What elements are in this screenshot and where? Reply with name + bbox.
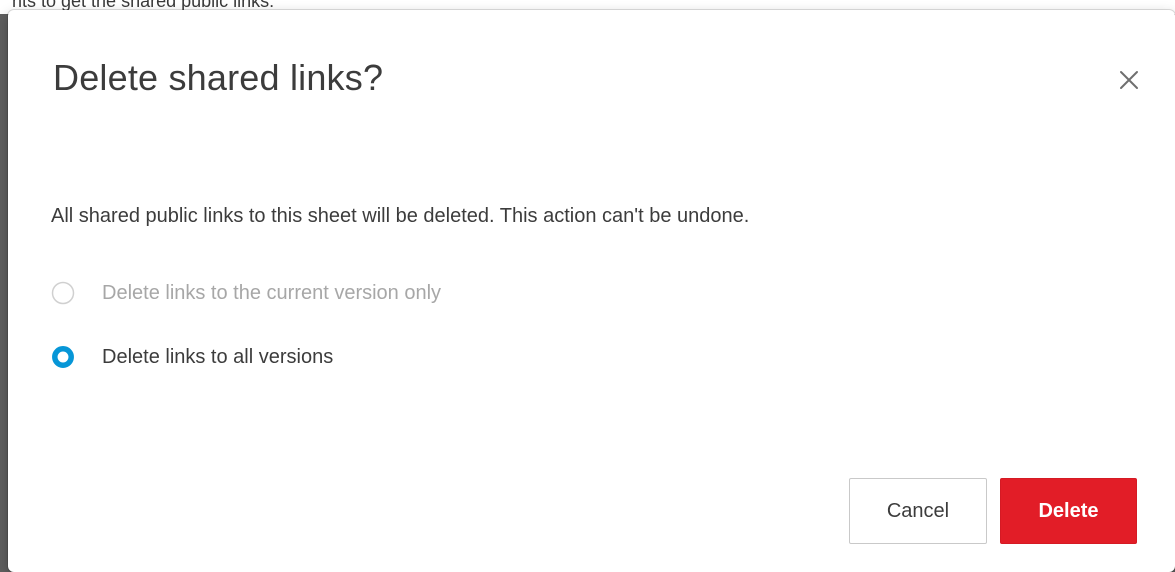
- delete-button[interactable]: Delete: [1000, 478, 1137, 544]
- radio-option-all-versions[interactable]: Delete links to all versions: [51, 341, 333, 373]
- radio-unselected-icon: [51, 281, 75, 305]
- cancel-button[interactable]: Cancel: [849, 478, 987, 544]
- radio-label-current-version: Delete links to the current version only: [102, 282, 442, 304]
- radio-option-current-version[interactable]: Delete links to the current version only: [51, 277, 441, 309]
- close-button[interactable]: [1111, 62, 1147, 98]
- delete-shared-links-dialog: Delete shared links? All shared public l…: [8, 10, 1175, 572]
- close-icon: [1120, 71, 1138, 89]
- dialog-title: Delete shared links?: [53, 57, 384, 98]
- dialog-message: All shared public links to this sheet wi…: [51, 205, 750, 227]
- radio-selected-icon: [52, 346, 74, 368]
- background-page-text: nts to get the shared public links:: [12, 0, 275, 11]
- radio-label-all-versions: Delete links to all versions: [102, 346, 334, 368]
